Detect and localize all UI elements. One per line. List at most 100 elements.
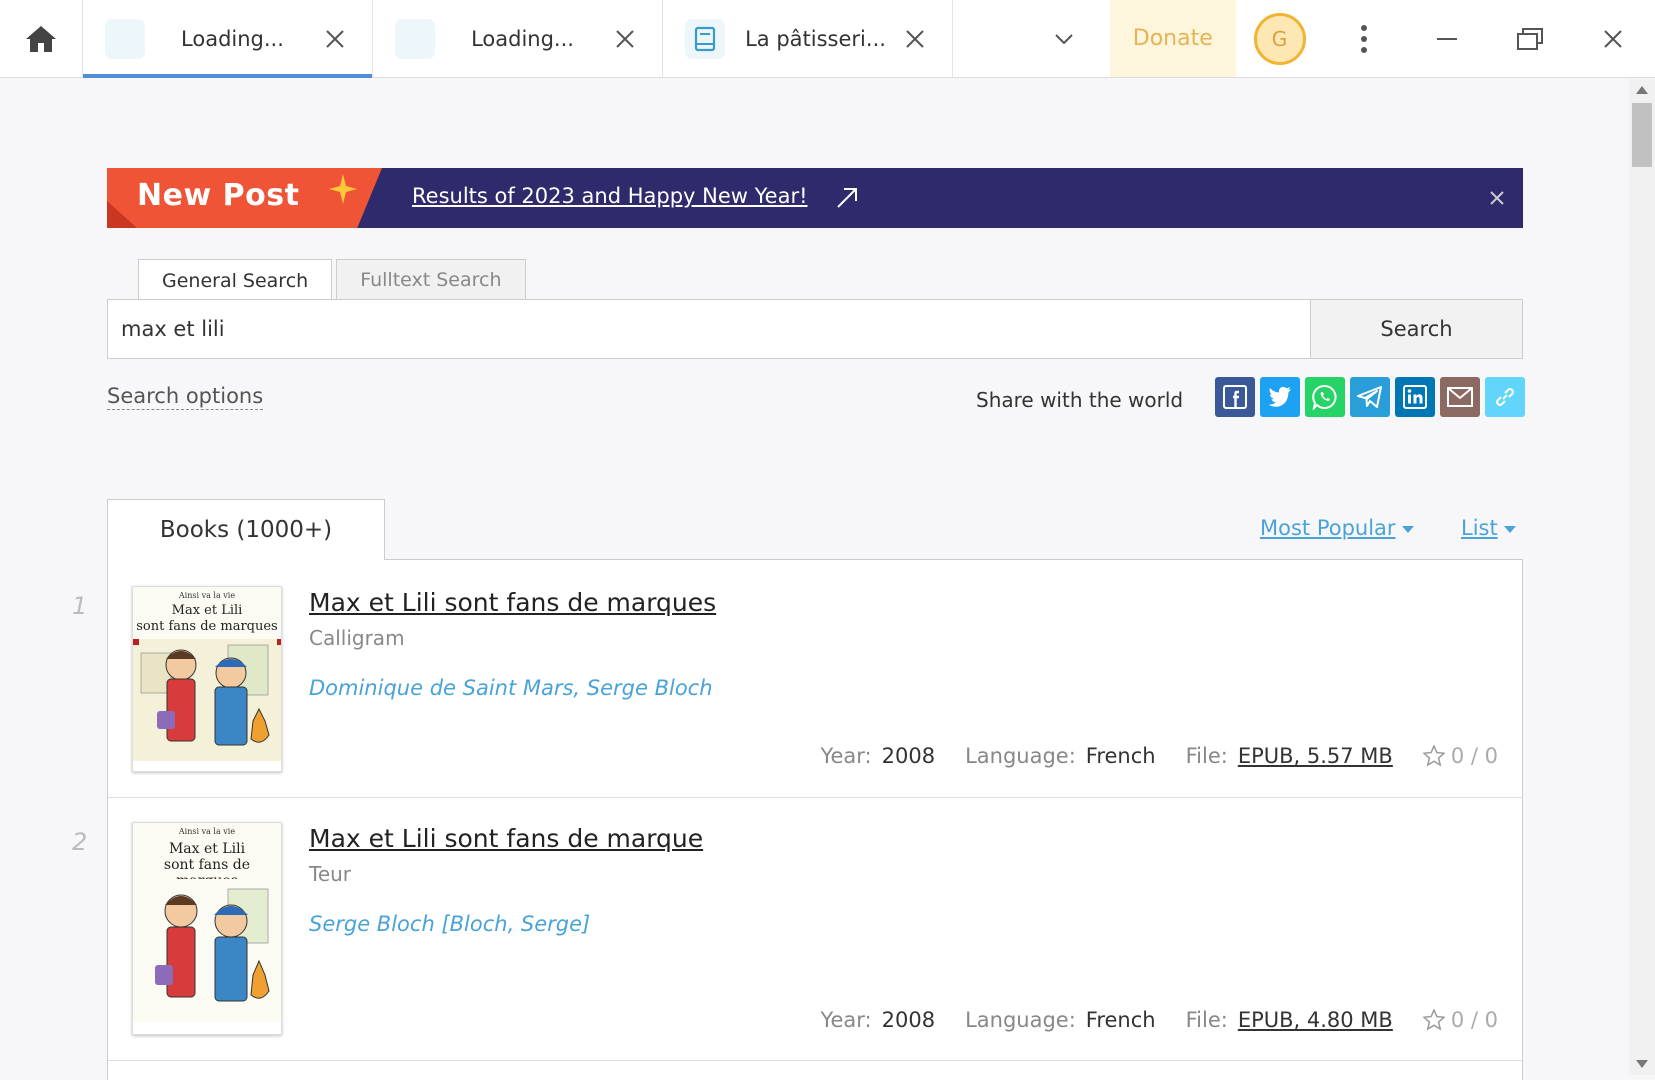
restore-button[interactable] xyxy=(1489,0,1572,77)
title-bar: Loading... Loading... La pâtisseri... Do… xyxy=(0,0,1655,78)
cover-illustration xyxy=(133,639,281,771)
year-value: 2008 xyxy=(881,744,936,768)
share-email-button[interactable] xyxy=(1440,377,1480,417)
tab-title: La pâtisseri... xyxy=(745,27,886,51)
file-download-link[interactable]: EPUB, 4.80 MB xyxy=(1238,1008,1393,1032)
banner-link[interactable]: Results of 2023 and Happy New Year! xyxy=(412,184,808,208)
scroll-down-arrow[interactable] xyxy=(1629,1057,1655,1071)
announcement-banner: New Post Results of 2023 and Happy New Y… xyxy=(107,168,1523,228)
book-title-link[interactable]: Max et Lili sont fans de marques xyxy=(309,588,716,617)
book-authors-link[interactable]: Dominique de Saint Mars, Serge Bloch xyxy=(309,676,713,700)
file-download-link[interactable]: EPUB, 5.57 MB xyxy=(1238,744,1393,768)
book-authors-link[interactable]: Serge Bloch [Bloch, Serge] xyxy=(309,912,590,936)
tab-favicon xyxy=(395,19,436,59)
arrow-down-icon xyxy=(1636,1060,1648,1068)
star-icon xyxy=(1422,1009,1445,1031)
tab-loading-2[interactable]: Loading... xyxy=(373,0,664,78)
book-cover[interactable]: Ainsi va la vie Max et Lili sont fans de… xyxy=(132,586,282,772)
share-telegram-button[interactable] xyxy=(1350,377,1390,417)
language-value: French xyxy=(1085,1008,1156,1032)
more-menu-button[interactable] xyxy=(1323,0,1406,77)
telegram-icon xyxy=(1357,386,1382,408)
tab-list-button[interactable] xyxy=(1040,0,1087,77)
close-icon xyxy=(616,30,634,48)
tab-fulltext-search[interactable]: Fulltext Search xyxy=(336,259,526,300)
results-tab-books[interactable]: Books (1000+) xyxy=(107,499,385,560)
tab-close-button[interactable] xyxy=(610,24,640,54)
language-value: French xyxy=(1085,744,1156,768)
book-publisher: Calligram xyxy=(309,626,405,650)
minimize-button[interactable] xyxy=(1406,0,1489,77)
tab-title: Loading... xyxy=(181,27,284,51)
banner-close-button[interactable] xyxy=(1485,186,1509,210)
result-number: 1 xyxy=(72,592,88,620)
external-arrow-icon xyxy=(837,188,857,208)
share-whatsapp-button[interactable] xyxy=(1305,377,1345,417)
book-meta: Year: 2008 Language: French File: EPUB, … xyxy=(820,744,1498,768)
share-buttons xyxy=(1215,377,1525,417)
book-title-link[interactable]: Max et Lili sont fans de marque xyxy=(309,824,703,853)
sort-dropdown[interactable]: Most Popular xyxy=(1260,516,1414,540)
search-mode-tabs: General Search Fulltext Search xyxy=(138,259,526,301)
tab-favicon xyxy=(105,19,146,59)
donate-button[interactable]: Donate xyxy=(1109,0,1237,77)
year-label: Year: xyxy=(820,744,872,768)
sparkle-icon xyxy=(329,174,357,204)
share-linkedin-button[interactable] xyxy=(1395,377,1435,417)
facebook-icon xyxy=(1223,385,1247,409)
linkedin-icon xyxy=(1403,385,1427,409)
close-icon xyxy=(906,30,924,48)
year-label: Year: xyxy=(820,1008,872,1032)
cover-illustration xyxy=(133,879,281,1034)
share-facebook-button[interactable] xyxy=(1215,377,1255,417)
book-publisher: Teur xyxy=(309,862,352,886)
close-icon xyxy=(1604,29,1623,48)
scroll-thumb[interactable] xyxy=(1632,103,1652,167)
rating[interactable]: 0 / 0 xyxy=(1422,744,1498,768)
list-item: 1 Ainsi va la vie Max et Lili sont fans … xyxy=(72,560,1522,798)
result-number: 2 xyxy=(72,828,88,856)
list-item: 2 Ainsi va la vie Max et Lili sont fans … xyxy=(72,798,1522,1061)
tab-title: Loading... xyxy=(471,27,574,51)
language-label: Language: xyxy=(965,744,1076,768)
close-window-button[interactable] xyxy=(1572,0,1655,77)
rating-value: 0 / 0 xyxy=(1450,744,1498,768)
tab-loading-1[interactable]: Loading... xyxy=(83,0,374,78)
book-icon xyxy=(695,26,716,52)
rating-value: 0 / 0 xyxy=(1450,1008,1498,1032)
tab-close-button[interactable] xyxy=(320,24,350,54)
banner-badge-label: New Post xyxy=(137,178,300,213)
mail-icon xyxy=(1447,387,1473,407)
star-icon xyxy=(1422,745,1445,767)
caret-down-icon xyxy=(1503,525,1516,533)
restore-icon xyxy=(1517,27,1544,50)
page-scrollbar[interactable] xyxy=(1629,79,1655,1075)
twitter-icon xyxy=(1268,386,1291,407)
share-copy-link-button[interactable] xyxy=(1485,377,1525,417)
close-icon xyxy=(1490,191,1504,205)
rating[interactable]: 0 / 0 xyxy=(1422,1008,1498,1032)
file-label: File: xyxy=(1185,744,1228,768)
search-bar: Search xyxy=(107,299,1523,359)
tab-general-search[interactable]: General Search xyxy=(138,259,333,301)
search-button[interactable]: Search xyxy=(1311,299,1523,359)
view-mode-dropdown[interactable]: List xyxy=(1461,516,1516,540)
close-icon xyxy=(326,30,344,48)
tab-patisserie[interactable]: La pâtisseri... xyxy=(663,0,954,78)
book-cover[interactable]: Ainsi va la vie Max et Lili sont fans de… xyxy=(132,822,282,1035)
caret-down-icon xyxy=(1401,525,1414,533)
file-label: File: xyxy=(1185,1008,1228,1032)
scroll-up-arrow[interactable] xyxy=(1629,83,1655,97)
search-input[interactable] xyxy=(107,299,1311,359)
home-button[interactable] xyxy=(0,0,84,78)
avatar[interactable]: G xyxy=(1253,12,1306,65)
tab-favicon xyxy=(685,19,726,59)
search-options-link[interactable]: Search options xyxy=(107,383,264,410)
chevron-down-icon xyxy=(1055,33,1073,44)
share-twitter-button[interactable] xyxy=(1260,377,1300,417)
book-meta: Year: 2008 Language: French File: EPUB, … xyxy=(820,1008,1498,1032)
home-icon xyxy=(26,26,56,52)
more-vertical-icon xyxy=(1361,24,1368,53)
arrow-up-icon xyxy=(1636,86,1648,94)
tab-close-button[interactable] xyxy=(900,24,930,54)
